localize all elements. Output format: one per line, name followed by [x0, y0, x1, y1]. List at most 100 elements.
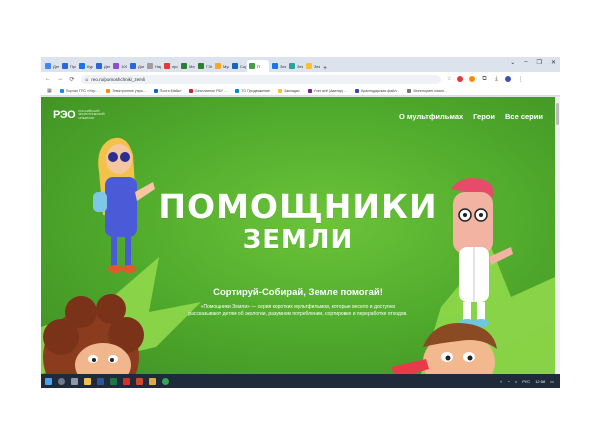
tab-favicon-icon [215, 63, 221, 69]
nav-link-all-series[interactable]: Все серии [505, 112, 543, 121]
tab-favicon-icon [272, 63, 278, 69]
tab-label: Нар [155, 63, 161, 69]
site-info-icon[interactable]: ⊜ [85, 77, 88, 82]
bookmark-label: Электронное упра... [112, 88, 146, 93]
files-icon[interactable] [149, 377, 156, 385]
browser-tab[interactable]: Зем [270, 60, 286, 72]
tab-favicon-icon [306, 63, 312, 69]
downloads-icon[interactable]: ⤓ [493, 76, 499, 83]
scrollbar-thumb[interactable] [556, 103, 559, 125]
search-icon[interactable] [58, 377, 65, 385]
tab-search-icon[interactable]: ⌄ [510, 59, 515, 66]
bookmark-item[interactable]: Бесплатное РБУ ... [189, 88, 228, 93]
reload-icon[interactable]: ⟳ [69, 76, 75, 83]
bookmark-item[interactable]: Учет всё (Аватар) ... [307, 88, 348, 93]
powerpoint-icon[interactable] [136, 377, 143, 385]
bookmark-label: Бесплатное РБУ ... [195, 88, 228, 93]
bookmark-item[interactable]: Портал ГПС «Упр... [59, 88, 98, 93]
site-logo[interactable]: РЭО РОССИЙСКИЙ ЭКОЛОГИЧЕСКИЙ ОПЕРАТОР [53, 109, 106, 121]
browser-tab[interactable]: Нар [145, 60, 161, 72]
word-icon[interactable] [97, 377, 104, 385]
bookmark-item[interactable]: Краснодарская файл... [355, 88, 399, 93]
brown-hair-boy-character [391, 322, 497, 374]
browser-tab[interactable]: Доп [128, 60, 144, 72]
bookmark-label: Мониторинг клиен... [413, 88, 448, 93]
browser-tab[interactable]: Сорт [230, 60, 246, 72]
back-icon[interactable]: ← [45, 76, 51, 82]
windows-start-icon[interactable] [45, 377, 52, 385]
tab-label: Сорт [240, 63, 246, 69]
browser-tab[interactable]: ГЭС [196, 60, 212, 72]
tab-favicon-icon [79, 63, 85, 69]
bookmark-favicon-icon [59, 88, 64, 93]
tray-chevron-icon[interactable]: ˄ [500, 379, 502, 384]
tab-label: 10Фи [121, 63, 127, 69]
profile-avatar[interactable] [505, 76, 512, 82]
browser-tab[interactable]: Зем [287, 60, 303, 72]
explorer-icon[interactable] [84, 377, 91, 385]
browser-tab[interactable]: Дети [43, 60, 59, 72]
system-tray: ˄ ◔ ◖ РУС 12:58 ▭ [500, 379, 560, 384]
new-tab-button[interactable]: + [321, 65, 329, 72]
notifications-icon[interactable]: ▭ [550, 379, 554, 384]
tab-label: Мул [223, 63, 229, 69]
address-text: reo.ru/pomoshchniki_zemli [91, 76, 145, 82]
tab-favicon-icon [198, 63, 204, 69]
browser-tab[interactable]: Мул [213, 60, 229, 72]
tab-favicon-icon [232, 63, 238, 69]
bookmark-item[interactable]: Закладки [278, 88, 300, 93]
bookmark-favicon-icon [189, 88, 194, 93]
browser-toolbar: ← → ⟳ ⊜ reo.ru/pomoshchniki_zemli ☆ ⧉ ⤓ … [41, 72, 560, 86]
tab-label: Зем [297, 63, 303, 69]
browser-tab[interactable]: Дет [94, 60, 110, 72]
tab-label: ГЭС [206, 63, 212, 69]
forward-icon[interactable]: → [57, 76, 63, 82]
tab-favicon-icon [130, 63, 136, 69]
maximize-icon[interactable]: ❐ [537, 59, 542, 66]
browser-tab[interactable]: Прог [60, 60, 76, 72]
network-icon[interactable]: ◔ [507, 379, 509, 384]
bookmark-star-icon[interactable]: ☆ [447, 76, 451, 82]
tray-clock[interactable]: 12:58 [535, 379, 545, 384]
close-icon[interactable]: ✕ [551, 59, 556, 66]
chrome-icon[interactable] [162, 377, 169, 385]
browser-tab[interactable]: прог [162, 60, 178, 72]
browser-tab[interactable]: Курс [77, 60, 93, 72]
tab-label: прог [172, 63, 178, 69]
bookmark-favicon-icon [235, 88, 240, 93]
excel-icon[interactable] [110, 377, 117, 385]
nav-link-heroes[interactable]: Герои [473, 112, 495, 121]
tab-label: П [257, 63, 260, 69]
browser-tab[interactable]: Мер [179, 60, 195, 72]
bookmark-favicon-icon [153, 88, 158, 93]
taskbar: ˄ ◔ ◖ РУС 12:58 ▭ [41, 374, 560, 388]
extensions-puzzle-icon[interactable]: ⧉ [481, 76, 487, 83]
address-bar[interactable]: ⊜ reo.ru/pomoshchniki_zemli [81, 74, 441, 84]
page-scrollbar[interactable] [555, 97, 560, 374]
tab-favicon-icon [113, 63, 119, 69]
tab-label: Доп [138, 63, 144, 69]
tab-favicon-icon [62, 63, 68, 69]
tab-favicon-icon [147, 63, 153, 69]
tray-language[interactable]: РУС [522, 379, 530, 384]
tab-label: Прог [70, 63, 76, 69]
bookmark-item[interactable]: Почта Майкл [153, 88, 181, 93]
tab-label: Дет [104, 63, 110, 69]
bookmark-item[interactable]: Мониторинг клиен... [407, 88, 448, 93]
nav-link-about[interactable]: О мультфильмах [399, 112, 463, 121]
bookmark-item[interactable]: Электронное упра... [106, 88, 146, 93]
bookmark-item[interactable]: TG Продвижение [235, 88, 270, 93]
bookmark-label: Учет всё (Аватар) ... [313, 88, 348, 93]
extension-icon[interactable] [457, 76, 464, 82]
extension-icon[interactable] [469, 76, 476, 82]
pdf-icon[interactable] [123, 377, 130, 385]
browser-tab[interactable]: П [247, 60, 269, 72]
apps-grid-icon[interactable]: ▦ [47, 88, 52, 94]
task-view-icon[interactable] [71, 377, 78, 385]
browser-tab[interactable]: Зем [304, 60, 320, 72]
volume-icon[interactable]: ◖ [515, 379, 517, 384]
menu-icon[interactable]: ⋮ [517, 76, 523, 83]
minimize-icon[interactable]: – [524, 59, 527, 66]
tab-favicon-icon [96, 63, 102, 69]
browser-tab[interactable]: 10Фи [111, 60, 127, 72]
